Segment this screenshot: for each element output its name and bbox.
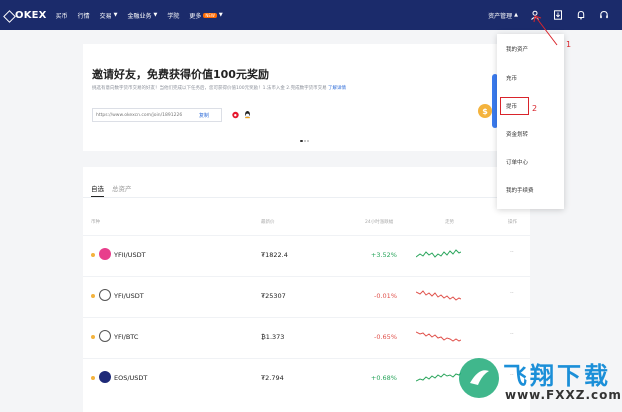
- menu-item-my-fees[interactable]: 我的手续费: [506, 186, 534, 194]
- column-header: 币种: [91, 220, 100, 225]
- asset-management-dropdown: 我的资产 充币 提币 资金划转 订单中心 我的手续费: [497, 34, 564, 209]
- trend-sparkline: [416, 249, 461, 258]
- nav-more[interactable]: 更多 NEW ▼: [189, 11, 222, 20]
- column-header: 操作: [508, 220, 517, 225]
- favorites-tabs: 自选 总资产: [91, 183, 140, 197]
- invite-link-text: https://www.okexcn.com/join/1891226: [96, 112, 183, 118]
- nav-trade[interactable]: 交易 ▼: [100, 11, 118, 20]
- pair-name: EOS/USDT: [114, 374, 148, 382]
- invite-title: 邀请好友，免费获得价值100元奖励: [92, 68, 269, 81]
- okex-logo[interactable]: OKEX: [4, 10, 47, 21]
- nav-label: 买币: [55, 12, 68, 20]
- watermark-logo-icon: [459, 358, 499, 398]
- chevron-down-icon: ▼: [113, 12, 118, 18]
- nav-buy-coin[interactable]: 买币: [56, 11, 68, 20]
- carousel-dots[interactable]: [300, 140, 310, 142]
- annotation-arrow: [533, 15, 558, 46]
- nav-label: 行情: [77, 12, 90, 20]
- invite-description-text: 挑选有意向数字货币交易的好友！当他们完成以下任务后，您可获得价值100元奖励！1…: [92, 86, 327, 91]
- invite-banner-card: 邀请好友，免费获得价值100元奖励 挑选有意向数字货币交易的好友！当他们完成以下…: [83, 44, 530, 151]
- asset-menu-label: 资产管理: [488, 12, 513, 20]
- last-price: ₮2.794: [261, 374, 284, 382]
- carousel-dot[interactable]: [307, 140, 309, 142]
- change-percent: +3.52%: [370, 251, 397, 259]
- eos-coin-icon: [99, 371, 111, 383]
- coin-illustration: $: [478, 104, 492, 118]
- table-row[interactable]: YFII/USDT ₮1822.4 +3.52% ··: [83, 235, 530, 276]
- nav-label: 学院: [167, 12, 180, 20]
- watermark-url: www.FXXZ.com: [505, 388, 622, 402]
- bell-icon[interactable]: [576, 10, 586, 20]
- change-percent: +0.68%: [370, 374, 397, 382]
- menu-item-order-center[interactable]: 订单中心: [506, 158, 528, 166]
- tab-total-assets[interactable]: 总资产: [112, 183, 132, 197]
- carousel-dot[interactable]: [304, 140, 306, 142]
- watermark-text: 飞翔下载: [503, 362, 611, 390]
- pair-name: YFII/USDT: [114, 251, 146, 259]
- menu-item-transfer[interactable]: 资金划转: [506, 130, 528, 138]
- change-percent: -0.65%: [374, 333, 397, 341]
- carousel-dot-active[interactable]: [300, 140, 303, 142]
- copy-button[interactable]: 复制: [199, 112, 209, 119]
- okex-logo-icon: [4, 11, 13, 20]
- divider: [83, 197, 530, 198]
- chevron-down-icon: ▼: [153, 12, 158, 18]
- last-price: ₮1822.4: [261, 251, 288, 259]
- nav-label: 更多: [189, 12, 202, 20]
- favorite-star-icon[interactable]: [91, 253, 95, 257]
- tab-favorites[interactable]: 自选: [91, 183, 104, 197]
- yfii-coin-icon: [99, 248, 111, 260]
- favorite-star-icon[interactable]: [91, 294, 95, 298]
- logo-text: OKEX: [15, 9, 47, 21]
- menu-item-deposit[interactable]: 充币: [506, 74, 517, 82]
- new-badge: NEW: [203, 12, 217, 18]
- yfi-coin-icon: [99, 330, 111, 342]
- chevron-up-icon: ▲: [514, 12, 518, 18]
- nav-label: 金融业务: [127, 12, 152, 20]
- qq-share-icon[interactable]: [243, 110, 252, 119]
- invite-description: 挑选有意向数字货币交易的好友！当他们完成以下任务后，您可获得价值100元奖励！1…: [92, 85, 346, 91]
- column-header: 最新价: [261, 220, 275, 225]
- top-navigation-bar: OKEX 买币 行情 交易 ▼ 金融业务 ▼ 学院 更多 NEW ▼ 资产管理 ▲: [0, 0, 622, 30]
- annotation-step-2: 2: [532, 104, 538, 113]
- last-price: ₿1.373: [261, 333, 285, 341]
- nav-finance[interactable]: 金融业务 ▼: [128, 11, 158, 20]
- column-header: 24小时涨跌幅: [365, 220, 394, 225]
- row-action-button[interactable]: ··: [510, 331, 514, 338]
- nav-academy[interactable]: 学院: [167, 11, 179, 20]
- asset-management-menu[interactable]: 资产管理 ▲: [488, 11, 518, 20]
- menu-item-withdraw[interactable]: 提币: [506, 102, 517, 110]
- rules-link[interactable]: 了解详情: [328, 86, 346, 91]
- table-row[interactable]: YFI/USDT ₮25307 -0.01% ··: [83, 276, 530, 317]
- weibo-share-icon[interactable]: [231, 110, 240, 119]
- favorite-star-icon[interactable]: [91, 376, 95, 380]
- pair-name: YFI/USDT: [114, 292, 144, 300]
- nav-markets[interactable]: 行情: [78, 11, 90, 20]
- pair-name: YFI/BTC: [114, 333, 139, 341]
- watermark: 飞翔下载 www.FXXZ.com: [455, 352, 622, 412]
- headset-icon[interactable]: [599, 10, 609, 20]
- annotation-step-1: 1: [566, 40, 572, 49]
- yfi-coin-icon: [99, 289, 111, 301]
- main-nav: 买币 行情 交易 ▼ 金融业务 ▼ 学院 更多 NEW ▼: [56, 11, 233, 20]
- row-action-button[interactable]: ··: [510, 249, 514, 256]
- nav-label: 交易: [99, 12, 112, 20]
- trend-sparkline: [416, 290, 461, 301]
- favorite-star-icon[interactable]: [91, 335, 95, 339]
- menu-item-my-assets[interactable]: 我的资产: [506, 45, 528, 53]
- row-action-button[interactable]: ··: [510, 290, 514, 297]
- last-price: ₮25307: [261, 292, 286, 300]
- chevron-down-icon: ▼: [218, 12, 223, 18]
- change-percent: -0.01%: [374, 292, 397, 300]
- trend-sparkline: [416, 331, 461, 342]
- table-header: 币种 最新价 24小时涨跌幅 走势 操作: [83, 219, 530, 229]
- column-header: 走势: [445, 220, 454, 225]
